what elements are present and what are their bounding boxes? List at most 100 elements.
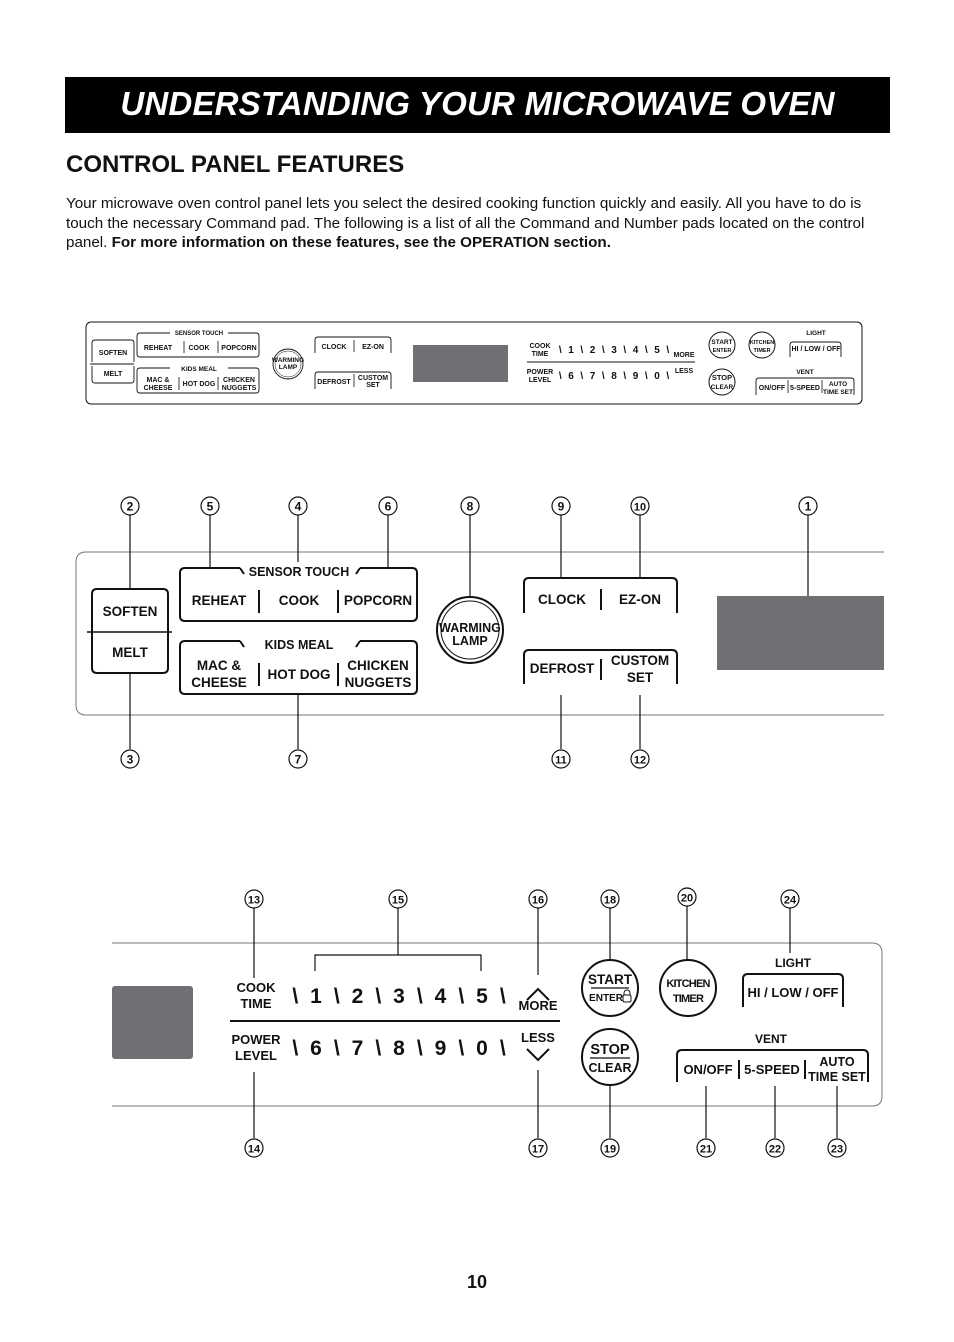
ov-power-label-1[interactable]: POWER (527, 369, 553, 376)
digit-2-button[interactable]: 2 (352, 985, 364, 1008)
ov-digit-3-button[interactable]: 3 (611, 345, 617, 356)
mac-cheese-label-2[interactable]: CHEESE (191, 675, 247, 690)
cook-time-label-2[interactable]: TIME (240, 996, 271, 1011)
ov-power-label-2[interactable]: LEVEL (529, 377, 552, 384)
ov-kitchen-label-1[interactable]: KITCHEN (750, 340, 774, 346)
ov-clock-label[interactable]: CLOCK (322, 344, 347, 351)
slash-separator: \ (458, 985, 464, 1008)
clear-label[interactable]: CLEAR (588, 1061, 631, 1075)
digit-9-button[interactable]: 9 (435, 1037, 447, 1060)
ov-melt-label[interactable]: MELT (104, 371, 123, 378)
melt-label[interactable]: MELT (112, 645, 148, 660)
ov-digit-8-button[interactable]: 8 (611, 371, 617, 382)
digit-1-button[interactable]: 1 (310, 985, 322, 1008)
cook-label[interactable]: COOK (279, 593, 320, 608)
auto-time-set-label-2[interactable]: TIME SET (808, 1070, 866, 1084)
slash-separator: \ (334, 985, 340, 1008)
digit-6-button[interactable]: 6 (310, 1037, 322, 1060)
kitchen-timer-label-2[interactable]: TIMER (673, 993, 705, 1005)
ov-mac-label-2[interactable]: CHEESE (144, 385, 173, 392)
ov-hotdog-label[interactable]: HOT DOG (183, 381, 216, 388)
hi-low-off-label[interactable]: HI / LOW / OFF (748, 985, 839, 1000)
ov-digit-5-button[interactable]: 5 (654, 345, 660, 356)
ov-digit-7-button[interactable]: 7 (590, 371, 596, 382)
ov-cooktime-label-2[interactable]: TIME (532, 351, 549, 358)
ov-mac-label-1[interactable]: MAC & (147, 377, 170, 384)
digit-4-button[interactable]: 4 (435, 985, 447, 1008)
less-label[interactable]: LESS (521, 1030, 555, 1045)
ov-warming-label-2[interactable]: LAMP (279, 364, 298, 371)
kids-meal-label: KIDS MEAL (265, 638, 334, 652)
ov-defrost-label[interactable]: DEFROST (317, 379, 351, 386)
mac-cheese-label-1[interactable]: MAC & (197, 658, 241, 673)
ov-chicken-label-2[interactable]: NUGGETS (222, 385, 257, 392)
ov-digit-9-button[interactable]: 9 (633, 371, 639, 382)
digit-3-button[interactable]: 3 (393, 985, 405, 1008)
reheat-label[interactable]: REHEAT (192, 593, 247, 608)
ov-auto-label-1[interactable]: AUTO (829, 381, 847, 388)
power-level-label-2[interactable]: LEVEL (235, 1048, 277, 1063)
ov-slash-separator: \ (602, 371, 605, 382)
ov-more-label[interactable]: MORE (674, 352, 695, 359)
ov-start-label[interactable]: START (711, 339, 732, 346)
ov-less-label[interactable]: LESS (675, 368, 694, 375)
digit-0-button[interactable]: 0 (476, 1037, 488, 1060)
clock-label[interactable]: CLOCK (538, 592, 586, 607)
slash-separator: \ (375, 1037, 381, 1060)
digit-5-button[interactable]: 5 (476, 985, 488, 1008)
hot-dog-label[interactable]: HOT DOG (268, 667, 331, 682)
ov-reheat-label[interactable]: REHEAT (144, 345, 173, 352)
kitchen-timer-label-1[interactable]: KITCHEN (666, 978, 711, 990)
start-label[interactable]: START (588, 972, 633, 987)
warming-lamp-label-2[interactable]: LAMP (452, 634, 487, 648)
ov-clear-label[interactable]: CLEAR (711, 384, 734, 391)
ov-digit-6-button[interactable]: 6 (568, 371, 574, 382)
ov-popcorn-label[interactable]: POPCORN (221, 345, 256, 352)
ov-warming-label-1[interactable]: WARMING (272, 357, 304, 364)
custom-set-label-1[interactable]: CUSTOM (611, 653, 669, 668)
ov-chicken-label-1[interactable]: CHICKEN (223, 377, 255, 384)
cook-time-label-1[interactable]: COOK (237, 980, 277, 995)
ov-slash-separator: \ (602, 345, 605, 356)
popcorn-label[interactable]: POPCORN (344, 593, 412, 608)
digit-keypad: \ 1 \ 2 \ 3 \ 4 \ 5 \ \ 6 \ 7 \ 8 \ 9 \ 0 \ (292, 985, 506, 1060)
ov-digit-2-button[interactable]: 2 (590, 345, 596, 356)
ov-digit-1-button[interactable]: 1 (568, 345, 574, 356)
ov-stop-label[interactable]: STOP (712, 373, 732, 382)
sensor-touch-label: SENSOR TOUCH (249, 565, 349, 579)
ov-digit-0-button[interactable]: 0 (654, 371, 660, 382)
callout-number-24: 24 (784, 895, 797, 907)
defrost-label[interactable]: DEFROST (530, 661, 595, 676)
ov-digit-4-button[interactable]: 4 (633, 345, 639, 356)
chicken-nuggets-label-1[interactable]: CHICKEN (347, 658, 409, 673)
ov-cook-label[interactable]: COOK (189, 345, 210, 352)
ov-onoff-label[interactable]: ON/OFF (759, 385, 786, 392)
five-speed-label[interactable]: 5-SPEED (744, 1062, 800, 1077)
ov-soften-label[interactable]: SOFTEN (99, 350, 127, 357)
ov-ezon-label[interactable]: EZ-ON (362, 344, 384, 351)
on-off-label[interactable]: ON/OFF (683, 1062, 732, 1077)
power-level-label-1[interactable]: POWER (231, 1032, 281, 1047)
ov-hilowoff-label[interactable]: HI / LOW / OFF (792, 346, 842, 353)
digit-7-button[interactable]: 7 (352, 1037, 364, 1060)
more-label[interactable]: MORE (519, 998, 558, 1013)
soften-label[interactable]: SOFTEN (103, 604, 158, 619)
callout-number-14: 14 (248, 1144, 261, 1156)
light-label: LIGHT (775, 956, 812, 970)
chicken-nuggets-label-2[interactable]: NUGGETS (345, 675, 412, 690)
ov-enter-label[interactable]: ENTER (713, 348, 732, 354)
warming-lamp-label-1[interactable]: WARMING (439, 621, 501, 635)
enter-label[interactable]: ENTER (589, 993, 624, 1004)
ez-on-label[interactable]: EZ-ON (619, 592, 661, 607)
ov-custom-label-2[interactable]: SET (366, 382, 380, 389)
ov-cooktime-label-1[interactable]: COOK (530, 343, 551, 350)
ov-auto-label-2[interactable]: TIME SET (823, 389, 853, 396)
digit-8-button[interactable]: 8 (393, 1037, 405, 1060)
custom-set-label-2[interactable]: SET (627, 670, 654, 685)
auto-time-set-label-1[interactable]: AUTO (819, 1055, 854, 1069)
ov-5speed-label[interactable]: 5-SPEED (790, 385, 820, 392)
stop-label[interactable]: STOP (590, 1042, 630, 1058)
detail1-labels: SOFTEN MELT SENSOR TOUCH REHEAT COOK POP… (103, 565, 670, 690)
ov-custom-label-1[interactable]: CUSTOM (358, 375, 388, 382)
ov-kitchen-label-2[interactable]: TIMER (753, 348, 770, 354)
